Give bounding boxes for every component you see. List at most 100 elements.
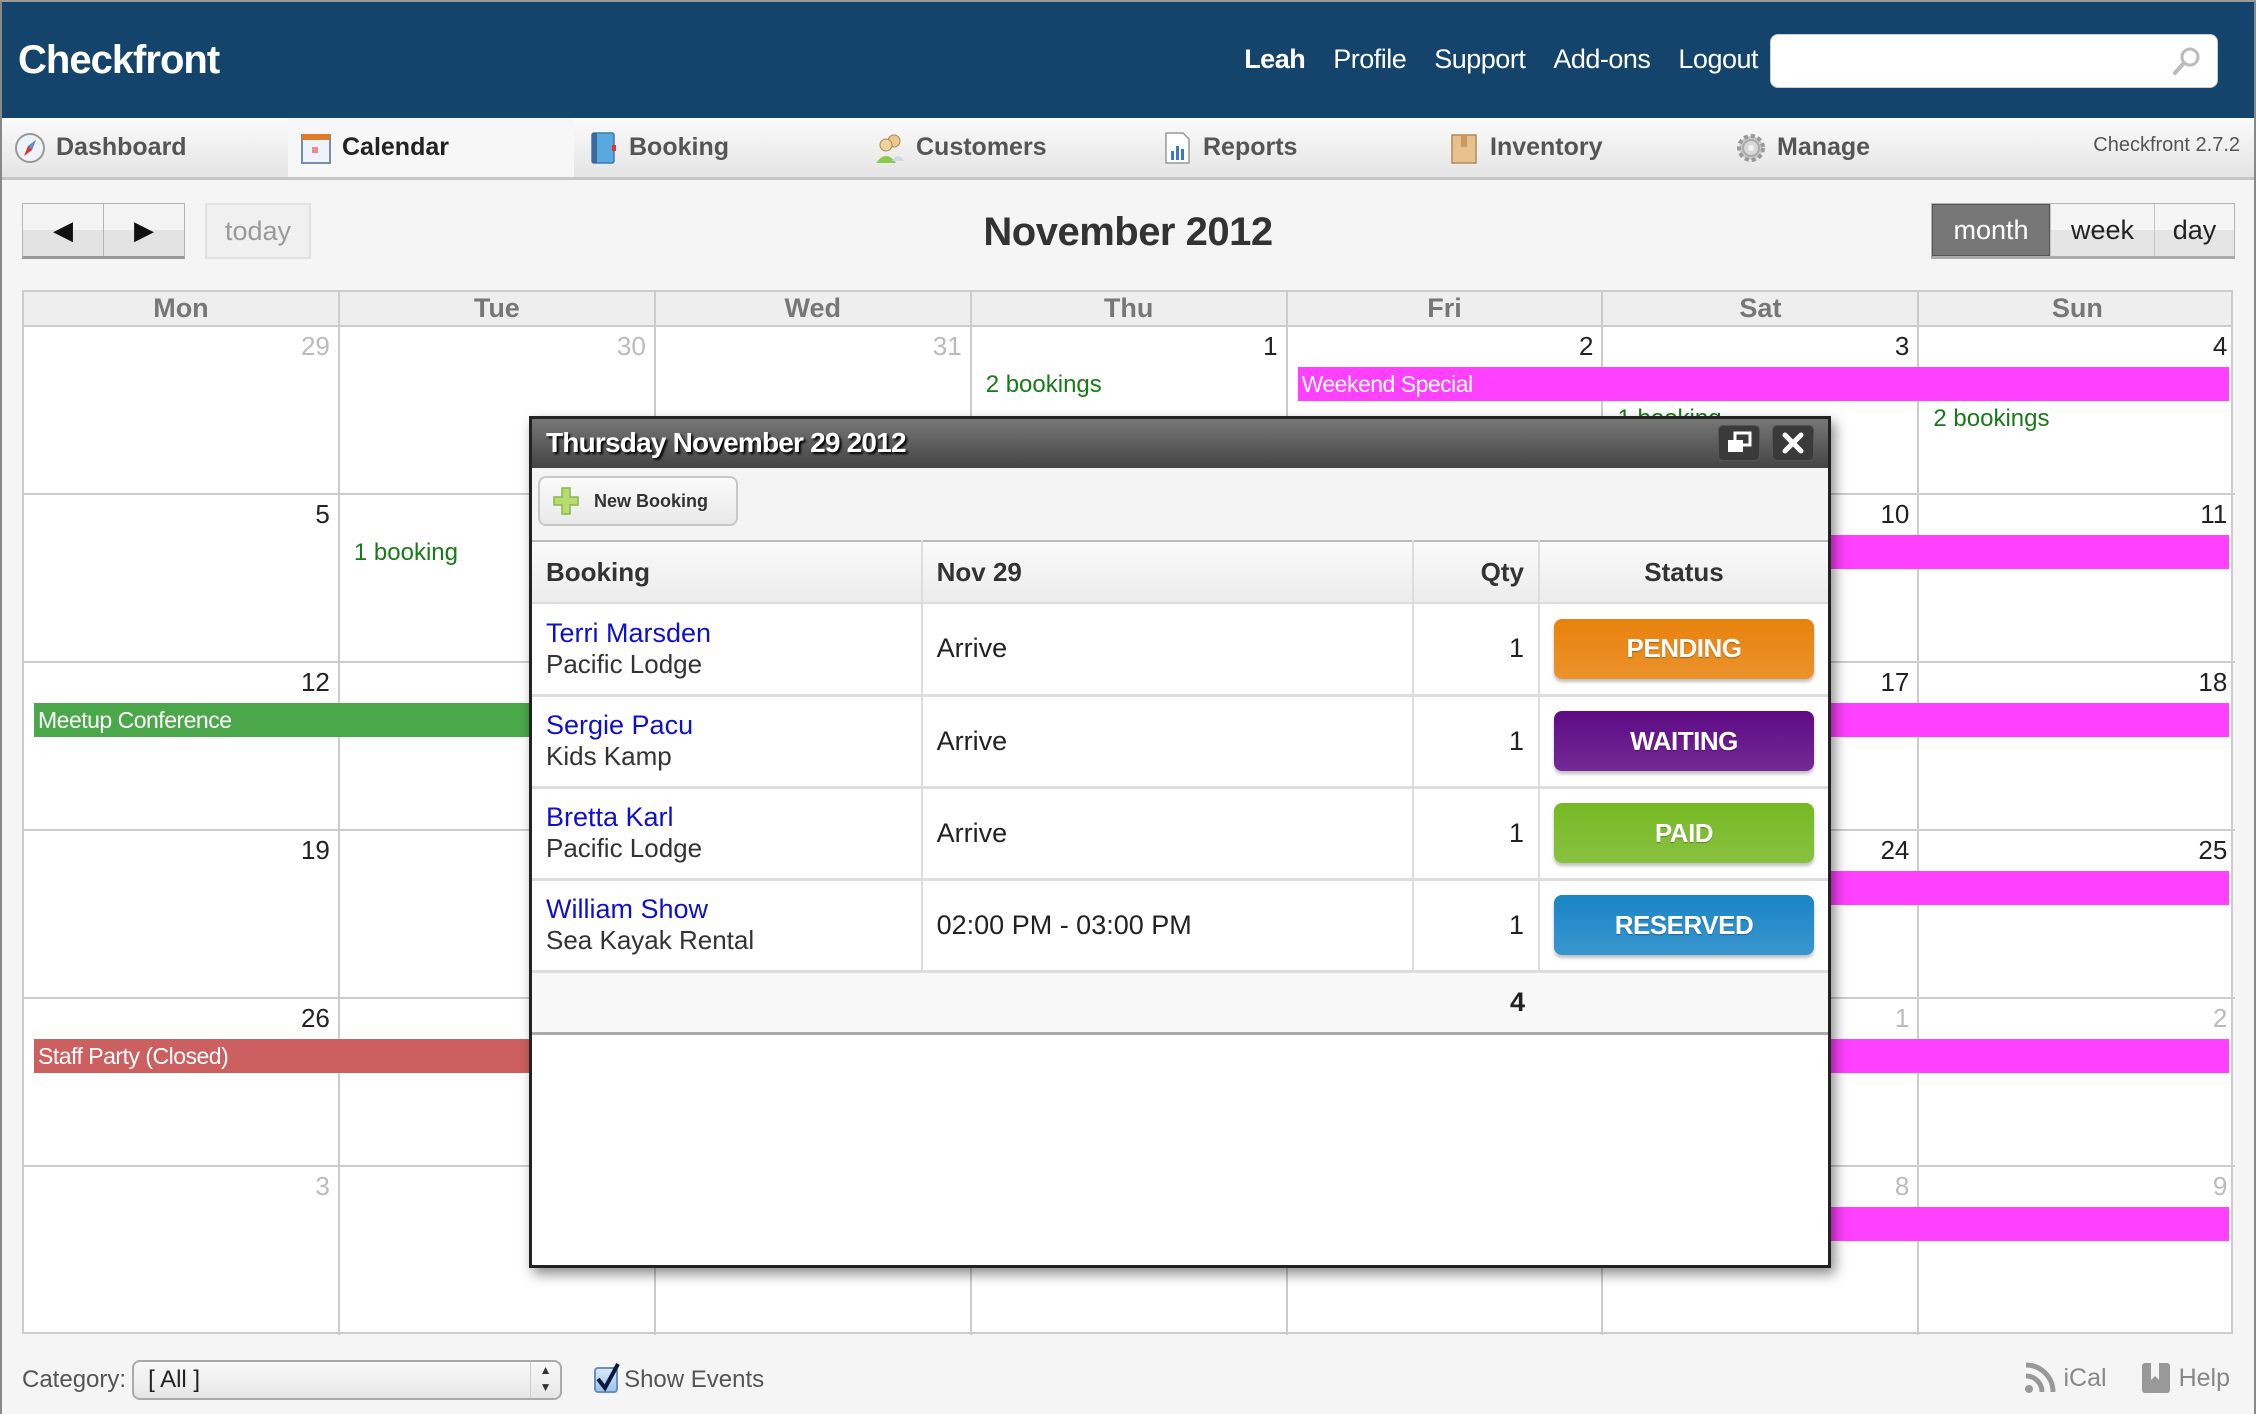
new-booking-label: New Booking (594, 490, 709, 511)
day-number[interactable]: 18 (2198, 667, 2227, 698)
qty-cell: 1 (1413, 879, 1540, 973)
day-cell[interactable]: 25 (1919, 831, 2236, 999)
col-date[interactable]: Nov 29 (921, 540, 1415, 604)
item-name: Sea Kayak Rental (546, 925, 755, 955)
profile-link[interactable]: Profile (1333, 44, 1407, 75)
bookings-count-link[interactable]: 2 bookings (1933, 405, 2049, 433)
new-booking-button[interactable]: New Booking (538, 476, 738, 526)
show-events-label[interactable]: Show Events (624, 1366, 764, 1394)
day-cell[interactable]: 26 (24, 999, 340, 1167)
addons-link[interactable]: Add-ons (1553, 44, 1651, 75)
customer-name-link[interactable]: William Show (546, 894, 907, 925)
category-select[interactable]: [ All ] ▲ ▼ (132, 1360, 563, 1400)
booking-row[interactable]: William Show Sea Kayak Rental 02:00 PM -… (532, 879, 1828, 973)
nav-inventory[interactable]: Inventory (1436, 118, 1722, 177)
help-link[interactable]: Help (2141, 1362, 2230, 1394)
compass-icon (15, 132, 45, 163)
col-qty[interactable]: Qty (1413, 540, 1540, 604)
day-number[interactable]: 9 (2213, 1171, 2227, 1202)
nav-label: Booking (629, 133, 729, 161)
booking-row[interactable]: Sergie Pacu Kids Kamp Arrive 1 WAITING (532, 695, 1828, 789)
total-qty: 4 (1413, 971, 1539, 1035)
nav-customers[interactable]: Customers (862, 118, 1148, 177)
day-number[interactable]: 24 (1880, 835, 1909, 866)
customer-name-link[interactable]: Terri Marsden (546, 618, 907, 649)
view-week-button[interactable]: week (2050, 204, 2154, 256)
day-number[interactable]: 4 (2213, 331, 2227, 362)
app-logo[interactable]: Checkfront (18, 38, 220, 83)
day-cell[interactable]: 12 (24, 663, 340, 831)
day-cell[interactable]: 9 (1919, 1167, 2235, 1335)
view-day-button[interactable]: day (2154, 204, 2234, 256)
day-number[interactable]: 30 (617, 331, 646, 362)
day-number[interactable]: 5 (315, 499, 329, 530)
search-input[interactable] (1781, 41, 2161, 81)
weekday-header-row: Mon Tue Wed Thu Fri Sat Sun (24, 292, 2231, 327)
view-month-button[interactable]: month (1932, 204, 2050, 256)
dialog-toolbar: New Booking (532, 468, 1828, 540)
search-box (1770, 34, 2218, 88)
day-cell[interactable]: 29 (24, 327, 340, 495)
day-number[interactable]: 1 (1895, 1003, 1909, 1034)
weekday-header: Thu (972, 292, 1288, 325)
booking-row[interactable]: Bretta Karl Pacific Lodge Arrive 1 PAID (532, 787, 1828, 881)
category-value: [ All ] (148, 1366, 201, 1393)
status-badge[interactable]: RESERVED (1554, 895, 1814, 955)
day-number[interactable]: 26 (301, 1003, 330, 1034)
day-cell[interactable]: 3 (24, 1167, 340, 1335)
day-cell[interactable]: 5 (24, 495, 340, 663)
nav-calendar[interactable]: Calendar (288, 118, 574, 177)
day-number[interactable]: 10 (1880, 499, 1909, 530)
status-badge[interactable]: WAITING (1554, 711, 1814, 771)
ical-link[interactable]: iCal (2024, 1362, 2107, 1394)
status-badge[interactable]: PENDING (1554, 618, 1814, 679)
calendar-event-bar[interactable]: Weekend Special (1297, 367, 2230, 401)
support-link[interactable]: Support (1434, 44, 1526, 75)
day-number[interactable]: 3 (315, 1171, 329, 1202)
customer-name-link[interactable]: Sergie Pacu (546, 710, 907, 741)
day-number[interactable]: 25 (2198, 835, 2227, 866)
search-icon[interactable] (2171, 45, 2203, 77)
day-number[interactable]: 1 (1263, 331, 1277, 362)
booking-row[interactable]: Terri Marsden Pacific Lodge Arrive 1 PEN… (532, 603, 1828, 697)
nav-reports[interactable]: Reports (1149, 118, 1435, 177)
customer-name-link[interactable]: Bretta Karl (546, 802, 907, 833)
day-number[interactable]: 17 (1880, 667, 1909, 698)
bookings-count-link[interactable]: 2 bookings (986, 371, 1102, 399)
day-number[interactable]: 12 (301, 667, 330, 698)
chart-document-icon (1165, 131, 1190, 164)
day-cell[interactable]: 11 (1919, 495, 2236, 663)
day-number[interactable]: 29 (301, 331, 330, 362)
nav-booking[interactable]: Booking (575, 118, 861, 177)
col-status[interactable]: Status (1539, 540, 1828, 604)
nav-dashboard[interactable]: Dashboard (2, 118, 286, 177)
time-cell: Arrive (921, 603, 1415, 697)
day-number[interactable]: 8 (1895, 1171, 1909, 1202)
day-cell[interactable]: 19 (24, 831, 340, 999)
total-spacer (921, 971, 1414, 1035)
dialog-title: Thursday November 29 2012 (546, 427, 907, 458)
day-cell[interactable]: 4 2 bookings (1919, 327, 2236, 495)
top-header: Checkfront Leah Profile Support Add-ons … (2, 2, 2254, 118)
day-number[interactable]: 2 (2213, 1003, 2227, 1034)
rss-feed-icon (2024, 1362, 2055, 1393)
day-cell[interactable]: 18 (1919, 663, 2236, 831)
user-name-link[interactable]: Leah (1244, 44, 1306, 75)
day-number[interactable]: 2 (1579, 331, 1593, 362)
day-number[interactable]: 3 (1895, 331, 1909, 362)
status-badge[interactable]: PAID (1554, 803, 1814, 863)
popout-button[interactable] (1718, 425, 1760, 461)
day-number[interactable]: 31 (933, 331, 962, 362)
logout-link[interactable]: Logout (1678, 44, 1758, 75)
show-events-checkbox[interactable] (594, 1363, 620, 1393)
nav-label: Calendar (342, 133, 449, 161)
day-cell[interactable]: 2 (1919, 999, 2236, 1167)
day-number[interactable]: 11 (2200, 499, 2227, 530)
dialog-titlebar[interactable]: Thursday November 29 2012 (532, 419, 1828, 468)
category-label: Category: (22, 1366, 127, 1393)
close-dialog-button[interactable] (1772, 425, 1814, 461)
nav-manage[interactable]: Manage (1723, 118, 2009, 177)
bookings-count-link[interactable]: 1 booking (354, 539, 458, 567)
day-number[interactable]: 19 (301, 835, 330, 866)
col-booking[interactable]: Booking (532, 540, 923, 604)
